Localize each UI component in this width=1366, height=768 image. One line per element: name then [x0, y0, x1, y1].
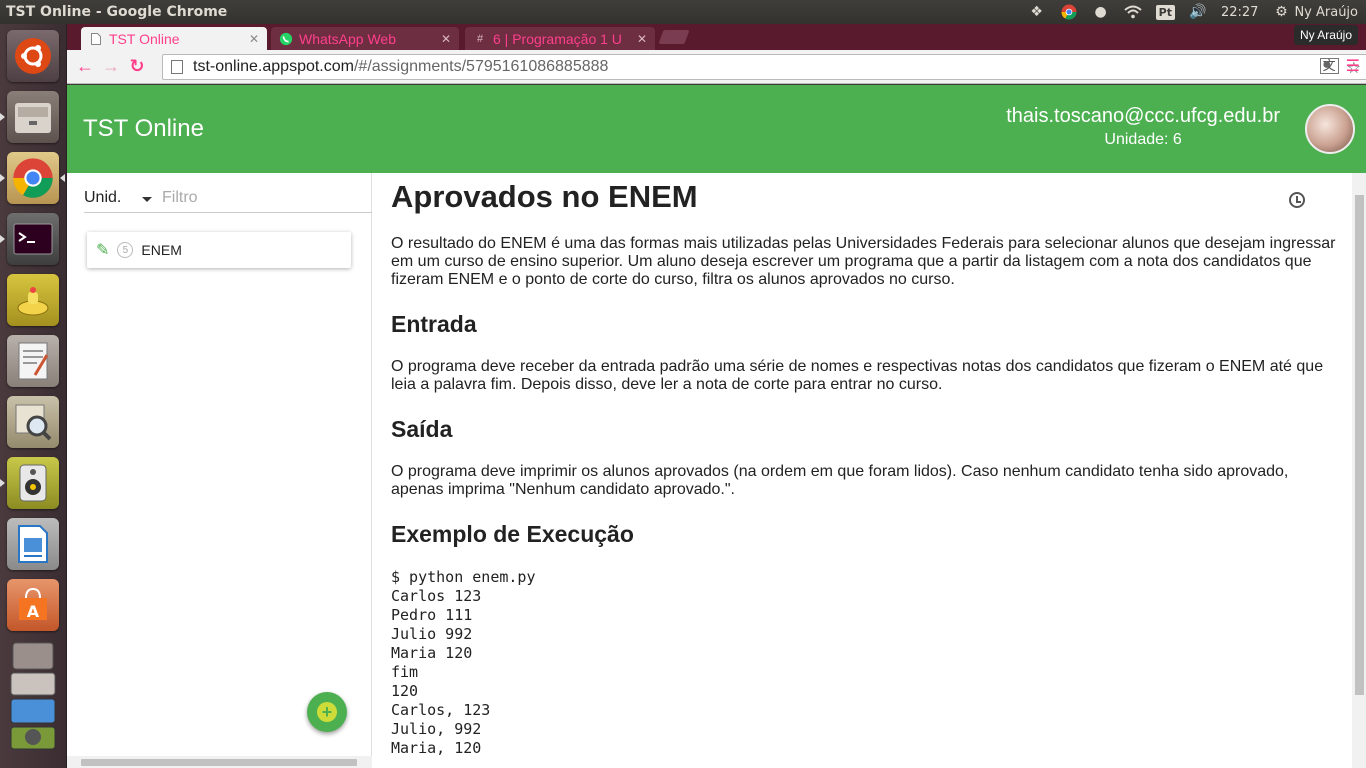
new-tab-button[interactable] [658, 30, 690, 44]
add-assignment-button[interactable]: + [307, 692, 347, 732]
page-icon [89, 32, 103, 46]
app-brand[interactable]: TST Online [83, 115, 204, 143]
back-button[interactable]: ← [72, 54, 98, 80]
browser-window: TST Online ✕ WhatsApp Web ✕ # 6 | Progra… [67, 24, 1366, 768]
web-page: TST Online thais.toscano@ccc.ufcg.edu.br… [67, 85, 1366, 768]
launcher-focused-indicator [60, 174, 65, 182]
forward-button[interactable]: → [98, 54, 124, 80]
tab-whatsapp[interactable]: WhatsApp Web ✕ [271, 27, 459, 50]
page-info-icon[interactable] [171, 60, 183, 74]
clock[interactable]: 22:27 [1221, 5, 1258, 20]
writer-icon[interactable] [7, 518, 59, 570]
plus-icon: + [317, 702, 337, 722]
tab-label: WhatsApp Web [299, 30, 397, 47]
launcher-running-indicator [0, 235, 5, 243]
tab-programacao[interactable]: # 6 | Programação 1 U ✕ [465, 27, 655, 50]
tab-close-icon[interactable]: ✕ [249, 32, 259, 46]
speaker-icon[interactable] [7, 457, 59, 509]
chevron-down-icon [142, 196, 152, 202]
filter-input[interactable] [162, 188, 362, 207]
gear-icon[interactable]: ⚙ [1272, 3, 1290, 21]
user-info: thais.toscano@ccc.ufcg.edu.br Unidade: 6 [1006, 105, 1280, 149]
tab-strip: TST Online ✕ WhatsApp Web ✕ # 6 | Progra… [67, 24, 1366, 50]
assignment-content: Aprovados no ENEM O resultado do ENEM é … [391, 173, 1337, 768]
output-text: O programa deve imprimir os alunos aprov… [391, 463, 1289, 498]
dropbox-icon[interactable]: ❖ [1028, 3, 1046, 21]
assignment-title: Aprovados no ENEM [391, 179, 698, 214]
chat-icon[interactable]: ● [1092, 3, 1110, 21]
reload-button[interactable]: ↻ [124, 54, 150, 80]
launcher-running-indicator [0, 174, 5, 182]
unit-select[interactable]: Unid. [84, 189, 156, 207]
pencil-icon: ✎ [96, 242, 110, 259]
input-heading: Entrada [391, 311, 477, 337]
tab-close-icon[interactable]: ✕ [441, 32, 451, 46]
assignment-label: ENEM [141, 242, 182, 258]
text-editor-icon[interactable] [7, 335, 59, 387]
filter-row: Unid. [84, 183, 372, 213]
window-title: TST Online - Google Chrome [6, 4, 228, 20]
ubuntu-dash-icon[interactable] [7, 30, 59, 82]
files-icon[interactable] [7, 91, 59, 143]
browser-toolbar: ← → ↻ tst-online.appspot.com /#/assignme… [67, 50, 1366, 84]
profile-badge[interactable]: Ny Araújo [1293, 25, 1358, 45]
input-text: O programa deve receber da entrada padrã… [391, 358, 1324, 393]
system-tray: ❖ ● Pt 🔊 22:27 ⚙ Ny Araújo [1028, 0, 1358, 24]
terminal-icon[interactable] [7, 213, 59, 265]
tab-close-icon[interactable]: ✕ [637, 32, 647, 46]
genie-icon[interactable] [7, 274, 59, 326]
example-code: $ python enem.py Carlos 123 Pedro 111 Ju… [391, 568, 536, 757]
ubuntu-top-panel: TST Online - Google Chrome ❖ ● Pt 🔊 22:2… [0, 0, 1366, 24]
vertical-scrollbar[interactable] [1352, 173, 1366, 768]
url-path: /#/assignments/5795161086885888 [353, 58, 609, 75]
svg-text:A: A [27, 602, 40, 621]
tab-tst-online[interactable]: TST Online ✕ [81, 27, 267, 50]
unit-badge: 5 [117, 242, 134, 258]
launcher-running-indicator [0, 479, 5, 487]
wifi-icon[interactable] [1123, 3, 1142, 21]
software-center-icon[interactable]: A [7, 579, 59, 631]
app-header: TST Online thais.toscano@ccc.ufcg.edu.br… [67, 85, 1366, 173]
volume-icon[interactable]: 🔊 [1189, 3, 1207, 21]
scrollbar-thumb[interactable] [1355, 195, 1364, 695]
assignment-item-enem[interactable]: ✎ 5 ENEM [87, 232, 351, 268]
image-viewer-icon[interactable] [7, 396, 59, 448]
avatar[interactable] [1305, 104, 1355, 154]
assignment-sidebar: Unid. ✎ 5 ENEM + [67, 173, 372, 768]
user-unit: Unidade: 6 [1104, 131, 1182, 148]
hashtag-icon: # [476, 32, 484, 45]
launcher-running-indicator [0, 113, 5, 121]
example-heading: Exemplo de Execução [391, 521, 634, 547]
scrollbar-thumb[interactable] [81, 759, 357, 766]
session-user[interactable]: Ny Araújo [1294, 5, 1358, 20]
tab-label: 6 | Programação 1 U [493, 30, 622, 47]
chrome-icon[interactable] [7, 152, 59, 204]
extension-icon[interactable]: ● [1322, 56, 1332, 76]
chrome-tray-icon[interactable] [1060, 3, 1078, 21]
whatsapp-icon [279, 32, 293, 46]
user-email: thais.toscano@ccc.ufcg.edu.br [1006, 105, 1280, 127]
output-heading: Saída [391, 416, 453, 442]
address-bar[interactable]: tst-online.appspot.com /#/assignments/57… [162, 54, 1366, 80]
unity-launcher: A [0, 24, 67, 768]
input-method-indicator[interactable]: Pt [1155, 4, 1175, 20]
url-host: tst-online.appspot.com [193, 58, 354, 75]
trash-stack-icon[interactable] [7, 636, 59, 756]
horizontal-scrollbar[interactable] [67, 756, 372, 768]
assignment-intro: O resultado do ENEM é uma das formas mai… [391, 235, 1336, 288]
chrome-menu-icon[interactable]: ☰ [1346, 56, 1360, 76]
unit-select-value: Unid. [84, 188, 122, 206]
tab-label: TST Online [109, 30, 180, 47]
